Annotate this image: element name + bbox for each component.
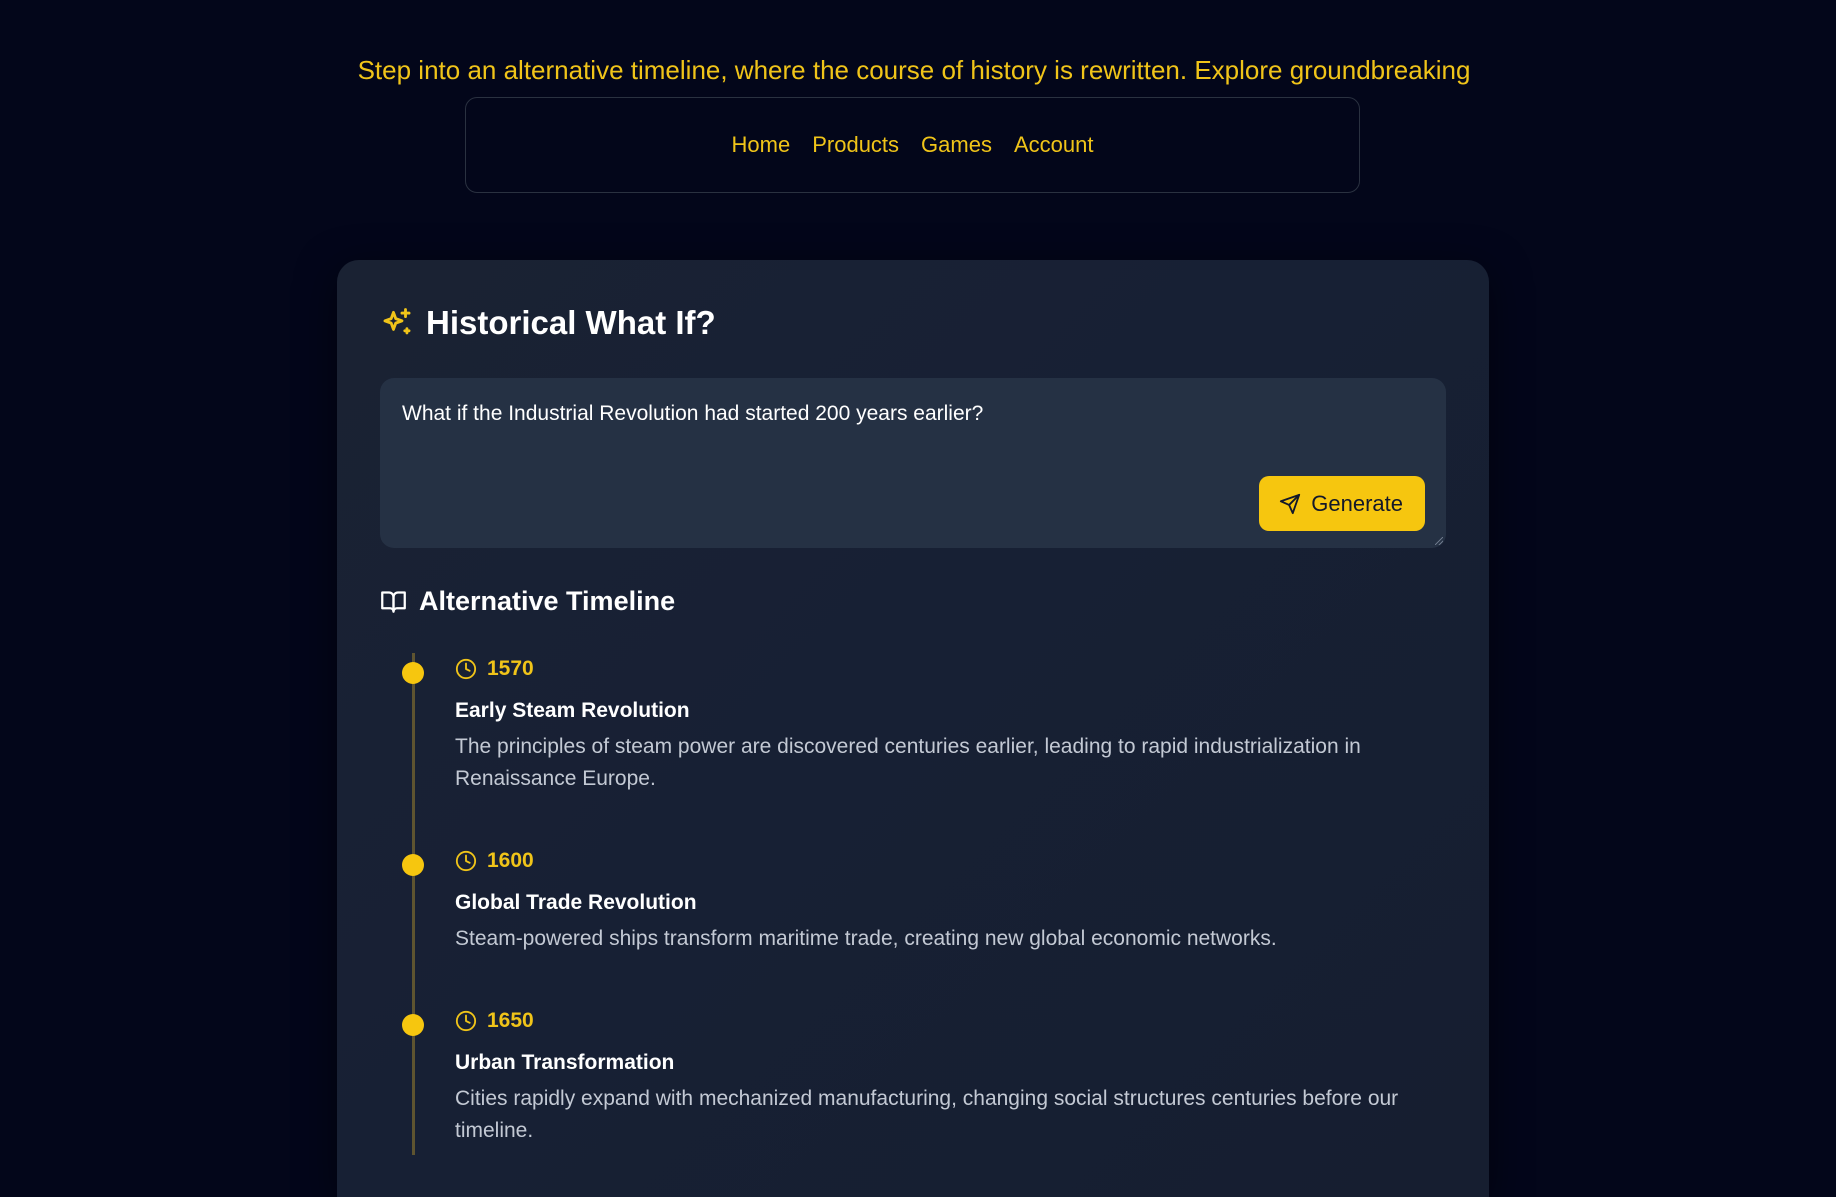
timeline-event-title: Early Steam Revolution <box>455 699 690 722</box>
timeline-year-row: 1650 <box>455 1009 534 1033</box>
card-title: Historical What If? <box>426 304 716 341</box>
timeline-title: Alternative Timeline <box>419 586 676 616</box>
timeline-dot <box>402 662 424 684</box>
sparkles-icon <box>380 306 414 340</box>
timeline-header: Alternative Timeline <box>380 586 675 617</box>
timeline-dot <box>402 854 424 876</box>
clock-icon <box>455 1010 477 1032</box>
top-navbar: Home Products Games Account <box>465 97 1360 193</box>
nav-games-link[interactable]: Games <box>921 132 992 158</box>
timeline-line <box>412 653 415 1155</box>
nav-account-link[interactable]: Account <box>1014 132 1094 158</box>
timeline-year-row: 1600 <box>455 849 534 873</box>
timeline-dot <box>402 1014 424 1036</box>
card-header: Historical What If? <box>380 304 716 342</box>
timeline-year: 1570 <box>487 657 534 680</box>
timeline-event-title: Urban Transformation <box>455 1051 675 1074</box>
timeline-year-row: 1570 <box>455 657 534 681</box>
resize-handle[interactable] <box>1435 537 1443 545</box>
clock-icon <box>455 658 477 680</box>
prompt-container: What if the Industrial Revolution had st… <box>380 378 1446 548</box>
timeline-event-description: The principles of steam power are discov… <box>455 735 1361 790</box>
nav-products-link[interactable]: Products <box>812 132 899 158</box>
generate-button-label: Generate <box>1311 490 1403 516</box>
timeline-event-title: Global Trade Revolution <box>455 891 697 914</box>
what-if-card: Historical What If? What if the Industri… <box>337 260 1489 1197</box>
timeline-year: 1650 <box>487 1009 534 1032</box>
generate-button[interactable]: Generate <box>1259 476 1425 531</box>
send-icon <box>1279 493 1301 515</box>
book-open-icon <box>380 588 407 615</box>
timeline-year: 1600 <box>487 849 534 872</box>
nav-home-link[interactable]: Home <box>732 132 791 158</box>
timeline-event-description: Cities rapidly expand with mechanized ma… <box>455 1087 1399 1142</box>
clock-icon <box>455 850 477 872</box>
timeline-event-description: Steam-powered ships transform maritime t… <box>455 927 1277 950</box>
